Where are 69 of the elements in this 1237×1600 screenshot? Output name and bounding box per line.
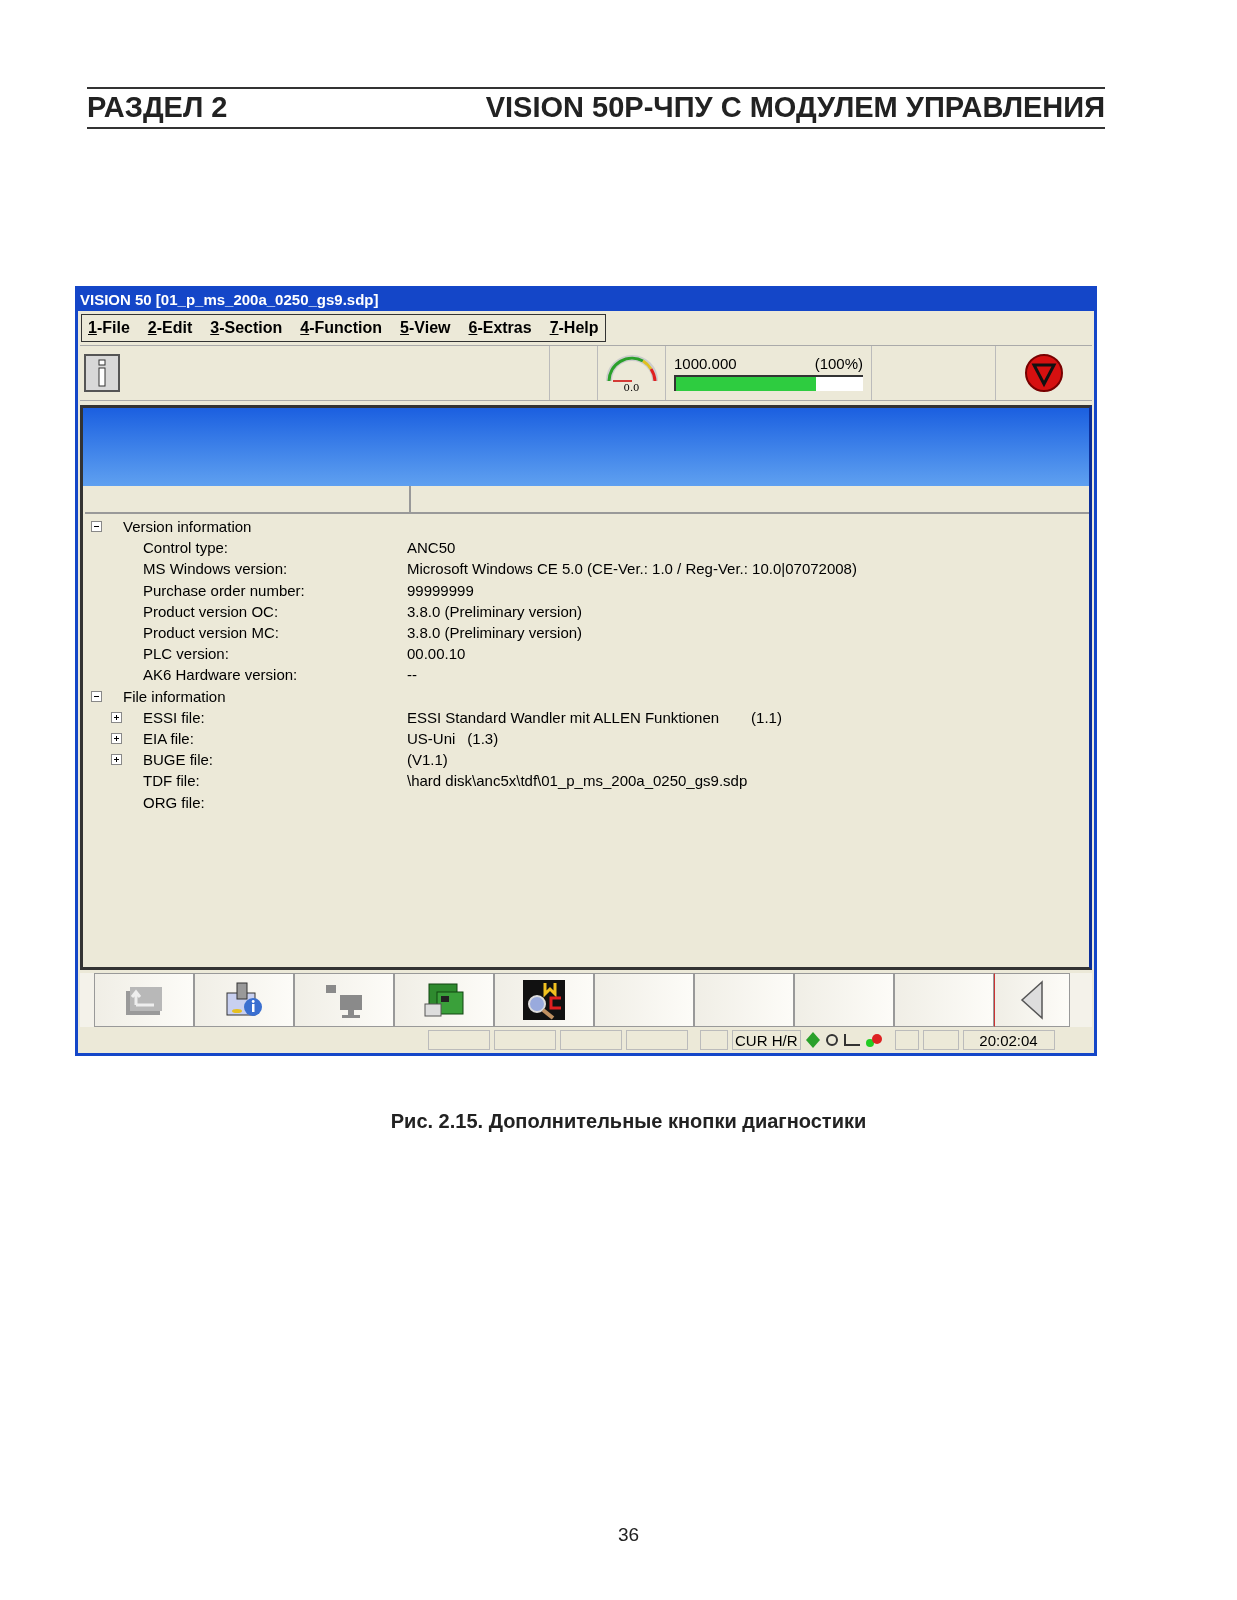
status-panel [922, 1030, 959, 1050]
status-panel [560, 1030, 622, 1050]
status-panel [494, 1030, 556, 1050]
property-value: ANC50 [407, 538, 456, 559]
property-name: Product version MC: [143, 623, 280, 643]
property-name: TDF file: [143, 771, 201, 792]
property-name: MS Windows version: [143, 559, 289, 580]
property-value: ESSI Standard Wandler mit ALLEN Funktionen [407, 707, 720, 728]
expand-icon[interactable] [111, 711, 122, 723]
tree-group-label[interactable]: File information [123, 685, 226, 707]
property-name: Control type: [143, 538, 230, 559]
property-name: EIA file: [143, 729, 195, 750]
property-value: 00.00.10 [407, 644, 466, 665]
figure-caption: Рис. 2.15. Дополнительные кнопки диагностики [390, 1109, 867, 1134]
property-value: (V1.1) [407, 750, 448, 771]
window-title: VISION 50 [01_p_ms_200a_0250_gs9.sdp] [80, 289, 379, 310]
menu-item[interactable]: 5-View [400, 316, 451, 340]
softkey[interactable] [494, 973, 594, 1027]
clock: 20:02:04 [962, 1030, 1055, 1050]
bracket-icon [842, 1033, 861, 1047]
property-value: -- [407, 665, 417, 686]
mode-indicator: CUR H/R [732, 1030, 801, 1050]
softkey[interactable] [394, 973, 494, 1027]
menu-item[interactable]: 7-Help [549, 316, 599, 340]
expand-icon[interactable] [111, 754, 122, 766]
property-name: BUGE file: [143, 750, 215, 771]
circuit-board-icon [423, 982, 465, 1018]
gauge-reading: 0.0 [623, 383, 640, 393]
collapse-icon[interactable] [91, 521, 102, 533]
back-softkey[interactable] [994, 973, 1070, 1027]
page-number: 36 [617, 1523, 640, 1547]
property-name: ORG file: [143, 792, 206, 813]
diamond-icon [804, 1031, 821, 1049]
property-name: AK6 Hardware version: [143, 665, 299, 686]
property-value: Microsoft Windows CE 5.0 (CE-Ver.: 1.0 / Reg-Ver.: 10.0|07072008) [407, 559, 857, 580]
menu-item[interactable]: 1-File [88, 316, 130, 340]
left-triangle-icon [1020, 980, 1044, 1020]
status-panel [700, 1030, 728, 1050]
menu-item[interactable]: 4-Function [300, 316, 383, 340]
status-panel [428, 1030, 490, 1050]
property-name: PLC version: [143, 644, 230, 665]
menu-item[interactable]: 2-Edit [147, 316, 193, 340]
emergency-stop-button[interactable] [1023, 353, 1065, 393]
menu-item[interactable]: 6-Extras [468, 316, 532, 340]
property-version: (1.3) [467, 729, 499, 750]
collapse-icon[interactable] [91, 690, 102, 702]
feed-value: 1000.000 [674, 354, 737, 374]
info-button[interactable] [84, 354, 120, 392]
property-value: 3.8.0 (Preliminary version) [407, 601, 583, 622]
property-value: 99999999 [407, 580, 474, 601]
chapter-heading: VISION 50P-ЧПУ С МОДУЛЕМ УПРАВЛЕНИЯ [485, 90, 1105, 126]
menu-item[interactable]: 3-Section [210, 316, 283, 340]
property-value: US-Uni [407, 729, 456, 750]
status-lights-icon [864, 1032, 883, 1048]
section-heading: РАЗДЕЛ 2 [87, 90, 228, 126]
expand-icon[interactable] [111, 733, 122, 745]
property-name: Product version OC: [143, 601, 280, 622]
property-name: Purchase order number: [143, 580, 306, 601]
magnifier-diagnostics-icon [523, 980, 565, 1020]
machine-info-icon [223, 981, 265, 1019]
tree-group-label[interactable]: Version information [123, 516, 252, 538]
property-value: 3.8.0 (Preliminary version) [407, 623, 583, 643]
feed-percent: (100%) [814, 354, 863, 374]
property-name: ESSI file: [143, 707, 206, 728]
property-version: (1.1) [751, 707, 782, 728]
status-panel [894, 1030, 919, 1050]
property-value: \hard disk\anc5x\tdf\01_p_ms_200a_0250_gs9.sdp [407, 771, 748, 792]
status-panel [626, 1030, 688, 1050]
ring-icon [824, 1033, 839, 1047]
